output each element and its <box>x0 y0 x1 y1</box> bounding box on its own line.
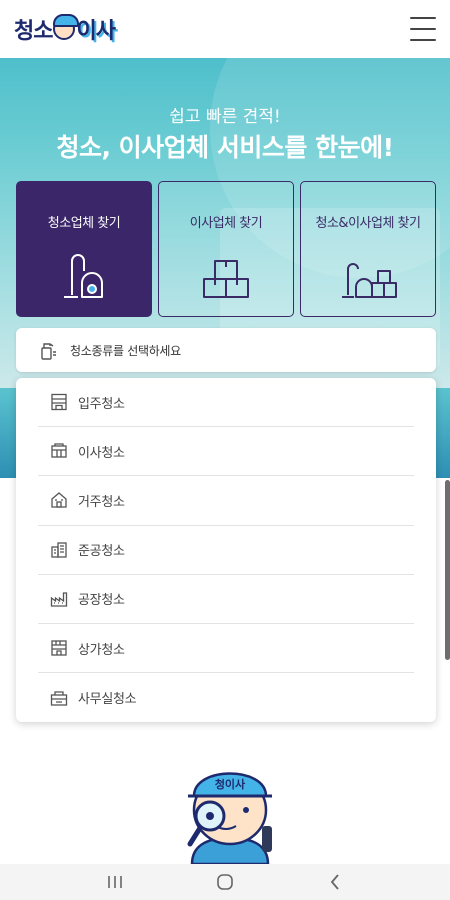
back-icon[interactable] <box>315 864 355 900</box>
vacuum-cleaner-icon <box>64 254 103 298</box>
dropdown-item-moving-cleaning[interactable]: 이사청소 <box>38 427 414 477</box>
dropdown-item-factory-cleaning[interactable]: 공장청소 <box>38 575 414 624</box>
office-icon <box>50 691 68 706</box>
dropdown-item-label: 입주청소 <box>78 396 125 412</box>
card-find-cleaning[interactable]: 청소업체 찾기 <box>16 181 152 317</box>
clean-and-move-icon <box>342 263 397 298</box>
dropdown-item-office-cleaning[interactable]: 사무실청소 <box>38 673 414 722</box>
menu-line <box>410 28 436 30</box>
dropdown-item-construction-cleaning[interactable]: 준공청소 <box>38 526 414 575</box>
dropdown-item-store-cleaning[interactable]: 상가청소 <box>38 624 414 674</box>
construction-icon <box>51 542 67 558</box>
category-cards: 청소업체 찾기 이사업체 찾기 청소&이사업체 찾기 <box>16 181 436 317</box>
mascot-with-magnifier-icon: 청이사 <box>187 772 272 864</box>
dropdown-item-label: 준공청소 <box>78 544 125 560</box>
recent-apps-icon[interactable] <box>95 864 135 900</box>
dropdown-item-label: 이사청소 <box>78 445 125 461</box>
shop-icon <box>51 640 67 656</box>
mascot-icon <box>53 14 80 40</box>
hero-subtitle: 쉽고 빠른 견적! <box>169 107 281 127</box>
moving-boxes-icon <box>203 260 249 298</box>
scrollbar-thumb[interactable] <box>445 480 450 660</box>
app-screen: 청소 이사 쉽고 빠른 견적! 청소, 이사업체 서비스를 한눈에! 청소업체 … <box>0 0 450 900</box>
cleaning-type-dropdown: 입주청소 이사청소 거주청소 준공청소 공장청소 상가청소 사무실청소 <box>16 378 436 722</box>
dropdown-item-residential-cleaning[interactable]: 거주청소 <box>38 476 414 526</box>
hamburger-menu-icon[interactable] <box>410 17 436 41</box>
logo-text-cleaning: 청소 <box>14 19 53 44</box>
dropdown-item-label: 사무실청소 <box>78 692 137 708</box>
card-label: 청소업체 찾기 <box>47 216 121 231</box>
card-find-cleaning-and-moving[interactable]: 청소&이사업체 찾기 <box>300 181 436 317</box>
card-find-moving[interactable]: 이사업체 찾기 <box>158 181 294 317</box>
dropdown-item-label: 거주청소 <box>78 494 125 510</box>
moving-truck-icon <box>51 443 67 458</box>
factory-icon <box>50 592 68 607</box>
menu-line <box>410 39 436 41</box>
dropdown-item-label: 상가청소 <box>78 642 125 658</box>
house-icon <box>51 492 67 509</box>
card-label: 청소&이사업체 찾기 <box>315 216 421 231</box>
building-icon <box>51 393 67 411</box>
card-label: 이사업체 찾기 <box>189 216 263 231</box>
system-navigation-bar <box>0 864 450 900</box>
hero-title: 청소, 이사업체 서비스를 한눈에! <box>56 133 394 162</box>
dropdown-item-label: 공장청소 <box>78 593 125 609</box>
dropdown-item-move-in-cleaning[interactable]: 입주청소 <box>38 378 414 428</box>
mascot-cap-text: 청이사 <box>215 777 246 791</box>
select-placeholder: 청소종류를 선택하세요 <box>70 343 181 358</box>
logo-text-moving: 이사 <box>76 19 115 44</box>
app-logo[interactable]: 청소 이사 <box>14 9 116 49</box>
app-header: 청소 이사 <box>0 0 450 58</box>
cleaning-type-select[interactable]: 청소종류를 선택하세요 <box>16 328 436 372</box>
menu-line <box>410 17 436 19</box>
home-icon[interactable] <box>205 864 245 900</box>
spray-cleaner-icon <box>41 343 56 360</box>
